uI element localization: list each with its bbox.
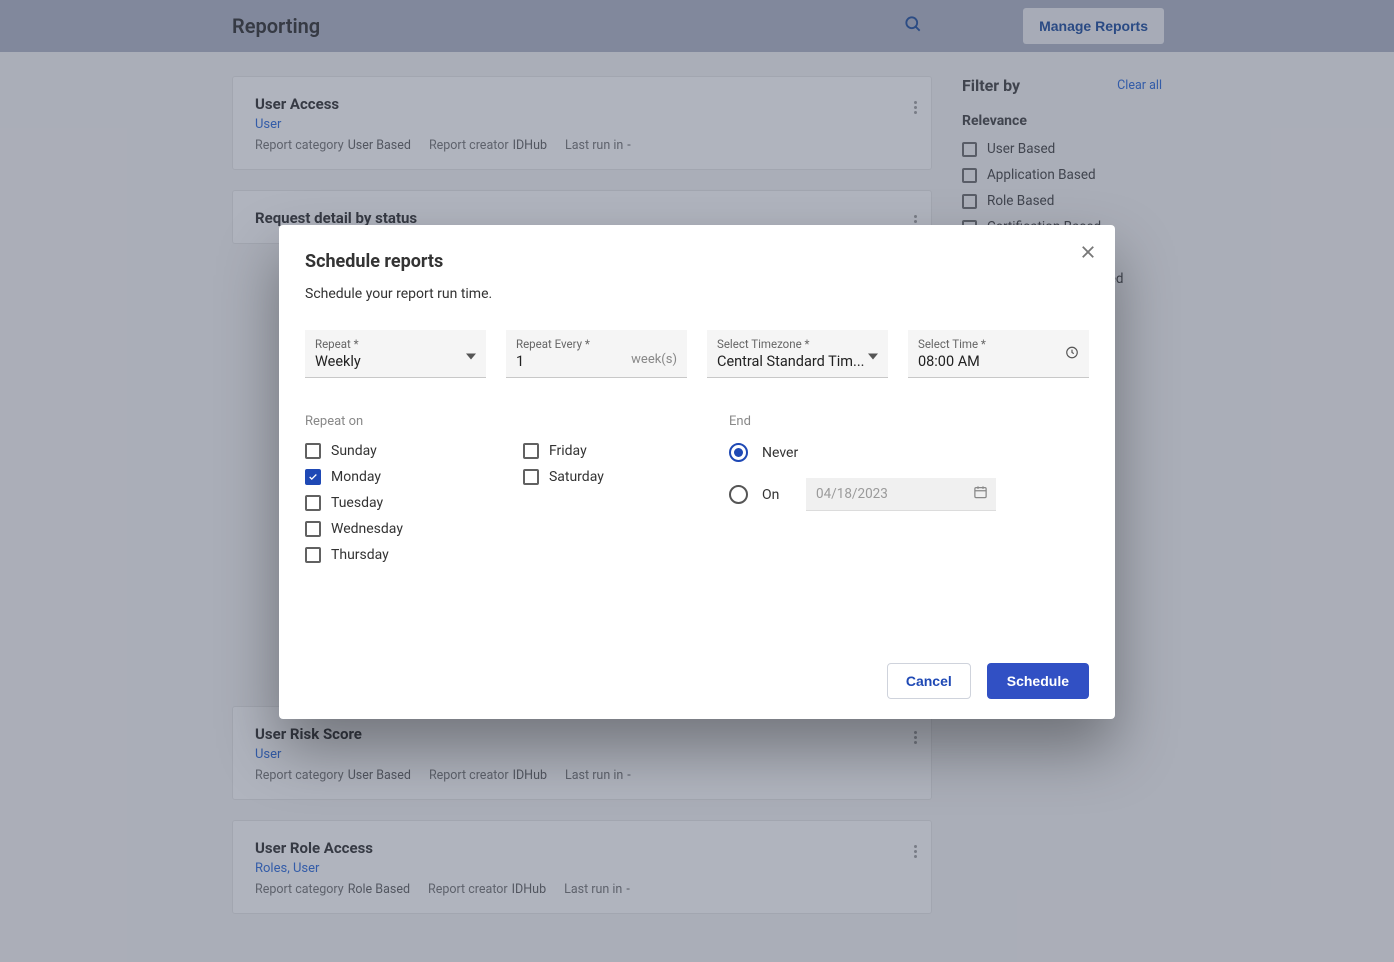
day-label: Saturday — [549, 469, 604, 485]
days-col-2: Friday Saturday — [523, 443, 604, 573]
close-icon[interactable] — [1079, 243, 1097, 265]
time-input[interactable]: Select Time * 08:00 AM — [908, 330, 1089, 378]
radio-icon[interactable] — [729, 485, 748, 504]
date-placeholder: 04/18/2023 — [816, 486, 888, 502]
day-option-monday[interactable]: Monday — [305, 469, 403, 485]
clock-icon — [1065, 344, 1079, 363]
calendar-icon — [973, 485, 988, 504]
radio-label: On — [762, 487, 792, 503]
field-label: Select Timezone * — [717, 337, 878, 351]
section-label: End — [729, 414, 1089, 429]
checkbox-icon[interactable] — [305, 521, 321, 537]
checkbox-icon[interactable] — [305, 469, 321, 485]
modal-overlay[interactable]: Schedule reports Schedule your report ru… — [0, 0, 1394, 962]
field-value: 08:00 AM — [918, 353, 1079, 370]
day-label: Thursday — [331, 547, 389, 563]
end-date-input[interactable]: 04/18/2023 — [806, 478, 996, 511]
dialog-actions: Cancel Schedule — [305, 663, 1089, 699]
radio-icon[interactable] — [729, 443, 748, 462]
field-value: Weekly — [315, 353, 476, 370]
day-option-tuesday[interactable]: Tuesday — [305, 495, 403, 511]
cancel-button[interactable]: Cancel — [887, 663, 971, 699]
end-on-option[interactable]: On 04/18/2023 — [729, 478, 1089, 511]
day-label: Monday — [331, 469, 381, 485]
timezone-select[interactable]: Select Timezone * Central Standard Tim..… — [707, 330, 888, 378]
chevron-down-icon — [466, 344, 476, 363]
repeat-select[interactable]: Repeat * Weekly — [305, 330, 486, 378]
end-never-option[interactable]: Never — [729, 443, 1089, 462]
dialog-description: Schedule your report run time. — [305, 286, 1089, 302]
field-label: Repeat Every * — [516, 337, 677, 351]
radio-label: Never — [762, 445, 798, 461]
checkbox-icon[interactable] — [305, 495, 321, 511]
days-col-1: Sunday Monday Tuesday Wednesday Thursday — [305, 443, 403, 573]
day-label: Friday — [549, 443, 587, 459]
checkbox-icon[interactable] — [305, 443, 321, 459]
field-label: Select Time * — [918, 337, 1079, 351]
field-suffix: week(s) — [631, 352, 677, 367]
repeat-on-section: Repeat on Sunday Monday Tuesday Wednesda… — [305, 414, 689, 573]
schedule-button[interactable]: Schedule — [987, 663, 1089, 699]
days-columns: Sunday Monday Tuesday Wednesday Thursday… — [305, 443, 689, 573]
day-option-friday[interactable]: Friday — [523, 443, 604, 459]
chevron-down-icon — [868, 344, 878, 363]
day-option-saturday[interactable]: Saturday — [523, 469, 604, 485]
day-label: Sunday — [331, 443, 377, 459]
checkbox-icon[interactable] — [305, 547, 321, 563]
mid-row: Repeat on Sunday Monday Tuesday Wednesda… — [305, 414, 1089, 573]
day-option-sunday[interactable]: Sunday — [305, 443, 403, 459]
schedule-reports-dialog: Schedule reports Schedule your report ru… — [279, 225, 1115, 719]
day-label: Wednesday — [331, 521, 403, 537]
dialog-title: Schedule reports — [305, 251, 1089, 272]
checkbox-icon[interactable] — [523, 443, 539, 459]
day-option-thursday[interactable]: Thursday — [305, 547, 403, 563]
field-row: Repeat * Weekly Repeat Every * 1 week(s)… — [305, 330, 1089, 378]
checkbox-icon[interactable] — [523, 469, 539, 485]
end-section: End Never On 04/18/2023 — [729, 414, 1089, 573]
field-value: Central Standard Tim... — [717, 353, 878, 370]
section-label: Repeat on — [305, 414, 689, 429]
day-label: Tuesday — [331, 495, 383, 511]
repeat-every-input[interactable]: Repeat Every * 1 week(s) — [506, 330, 687, 378]
field-label: Repeat * — [315, 337, 476, 351]
day-option-wednesday[interactable]: Wednesday — [305, 521, 403, 537]
